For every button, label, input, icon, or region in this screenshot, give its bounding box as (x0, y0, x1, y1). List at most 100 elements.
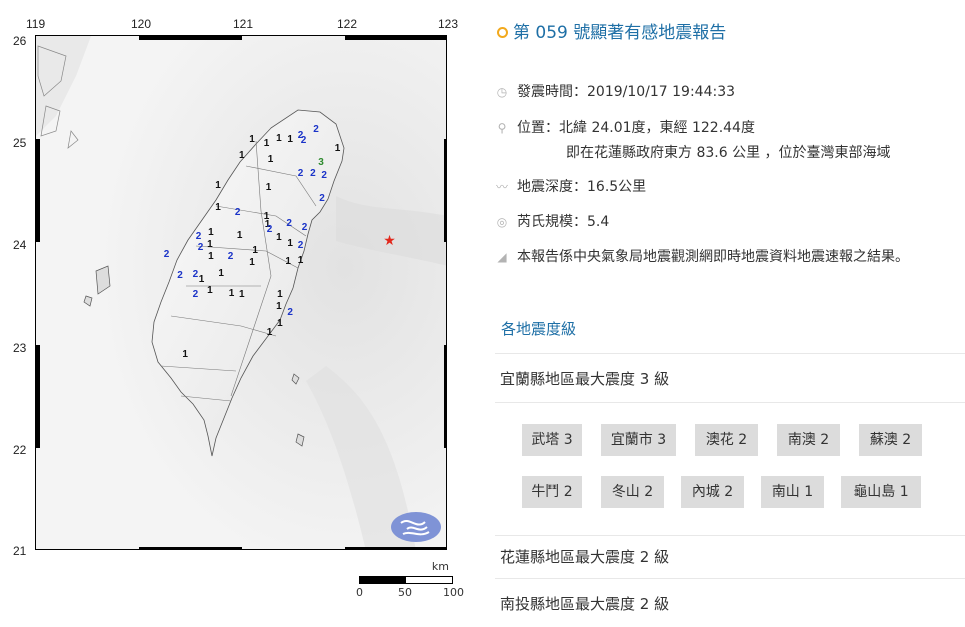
intensity-label: 1 (207, 239, 213, 251)
intensity-label: 1 (218, 267, 224, 279)
station-chip: 南山 1 (761, 476, 824, 508)
intensity-map: 119 120 121 122 123 26 25 24 23 22 21 1 … (0, 0, 475, 627)
intensity-label: 2 (197, 242, 204, 254)
intensity-label: 2 (192, 269, 199, 280)
scale-fill (360, 577, 406, 583)
wave-logo-icon (400, 520, 430, 536)
station-chip: 宜蘭市 3 (601, 424, 676, 456)
frame-tick-bottom (345, 547, 446, 549)
report-note: 本報告係中央氣象局地震觀測網即時地震資料地震速報之結果。 (517, 249, 909, 265)
scale-bar: km 0 50 100 (356, 560, 464, 600)
map-area: 1111222111322211212121222111211212121112… (35, 35, 447, 550)
intensity-label: 1 (263, 138, 270, 150)
intensity-label: 1 (285, 255, 291, 267)
time-row: ◷ 發震時間：2019/10/17 19:44:33 (495, 81, 735, 101)
intensity-label: 1 (276, 133, 282, 144)
county-hualien: 花蓮縣地區最大震度 2 級 (500, 548, 670, 566)
county-nantou: 南投縣地區最大震度 2 級 (500, 595, 670, 613)
station-chip: 蘇澳 2 (859, 424, 922, 456)
location-row: ⚲ 位置：北緯 24.01度，東經 122.44度 (495, 117, 755, 137)
frame-tick-bottom (139, 547, 242, 549)
intensity-label: 1 (334, 143, 341, 155)
location-detail: 即在花蓮縣政府東方 83.6 公里 ，位於臺灣東部海域 (566, 145, 891, 161)
intensity-label: 2 (266, 223, 273, 235)
lon-label: 121 (233, 17, 254, 31)
station-chip: 內城 2 (681, 476, 744, 508)
county-yilan: 宜蘭縣地區最大震度 3 級 (500, 370, 670, 388)
depth-label: 地震深度：16.5公里 (517, 179, 647, 195)
intensity-label: 2 (177, 270, 183, 281)
megaphone-icon: ◢ (497, 250, 507, 264)
divider (495, 402, 965, 403)
scale-tick: 0 (356, 586, 363, 599)
intensity-label: 2 (319, 192, 325, 204)
epicenter-star-icon: ★ (383, 233, 396, 249)
lon-label: 120 (131, 17, 152, 31)
divider (495, 578, 965, 579)
time-label: 發震時間：2019/10/17 19:44:33 (517, 84, 736, 100)
cwb-logo (391, 512, 441, 542)
scale-tick: 50 (398, 586, 412, 599)
intensity-label: 1 (215, 202, 221, 213)
intensity-label: 1 (182, 349, 188, 361)
lat-label: 25 (13, 136, 27, 150)
intensity-label: 1 (265, 182, 272, 194)
lon-label: 123 (438, 17, 459, 31)
intensity-label: 1 (297, 254, 304, 266)
station-chip: 武塔 3 (522, 424, 582, 456)
lat-label: 21 (13, 544, 27, 558)
intensity-label: 2 (234, 207, 241, 219)
report-title: 第 059 號顯著有感地震報告 (513, 23, 727, 43)
magnitude-label: 芮氏規模：5.4 (517, 214, 610, 230)
scale-track (359, 576, 453, 584)
scale-unit: km (431, 560, 449, 573)
intensity-label: 1 (276, 231, 282, 243)
intensity-label: 2 (313, 123, 319, 135)
intensity-label: 1 (266, 326, 273, 338)
intensity-label: 2 (287, 307, 293, 319)
report-title-row: 第 059 號顯著有感地震報告 (495, 18, 726, 43)
seismograph-icon: 〰 (495, 180, 508, 194)
intensity-label: 2 (310, 168, 316, 179)
intensity-label: 2 (297, 168, 304, 179)
station-chip: 南澳 2 (777, 424, 840, 456)
intensity-label: 1 (198, 274, 205, 286)
station-chip: 龜山島 1 (841, 476, 921, 508)
intensity-label: 2 (286, 217, 292, 229)
depth-row: 〰地震深度：16.5公里 (495, 176, 646, 196)
note-row: ◢ 本報告係中央氣象局地震觀測網即時地震資料地震速報之結果。 (495, 246, 909, 266)
intensity-label: 1 (239, 149, 245, 161)
intensity-label: 1 (276, 300, 282, 312)
intensity-label: 1 (277, 288, 283, 300)
location-label: 位置：北緯 24.01度，東經 122.44度 (517, 120, 755, 136)
intensity-label: 1 (267, 153, 274, 165)
intensity-label: 1 (236, 229, 243, 241)
radiating-waves-icon: ◎ (496, 215, 508, 229)
intensity-label: 2 (321, 170, 327, 182)
intensity-label: 1 (249, 256, 255, 268)
lon-label: 122 (337, 17, 358, 31)
frame-tick-top (139, 36, 242, 40)
intensity-label: 1 (287, 238, 293, 250)
lat-label: 26 (13, 34, 27, 48)
intensity-label: 3 (318, 156, 324, 168)
frame-tick-left (36, 139, 40, 242)
lat-label: 23 (13, 341, 27, 355)
station-chip: 冬山 2 (601, 476, 664, 508)
magnitude-row: ◎ 芮氏規模：5.4 (495, 211, 610, 231)
intensity-label: 2 (163, 249, 170, 261)
section-title: 各地震度級 (501, 320, 577, 338)
divider (495, 353, 965, 354)
circle-bullet-icon (497, 27, 508, 38)
divider (495, 535, 965, 536)
intensity-label: 2 (192, 288, 199, 300)
intensity-label: 1 (239, 288, 245, 300)
report-panel: 第 059 號顯著有感地震報告 ◷ 發震時間：2019/10/17 19:44:3… (495, 0, 965, 627)
frame-tick-right (444, 139, 446, 242)
intensity-label: 1 (228, 287, 235, 299)
intensity-label: 1 (208, 251, 214, 263)
intensity-label: 1 (249, 134, 255, 145)
station-chip: 牛鬥 2 (522, 476, 582, 508)
intensity-label: 1 (287, 134, 293, 145)
lon-label: 119 (26, 17, 46, 31)
